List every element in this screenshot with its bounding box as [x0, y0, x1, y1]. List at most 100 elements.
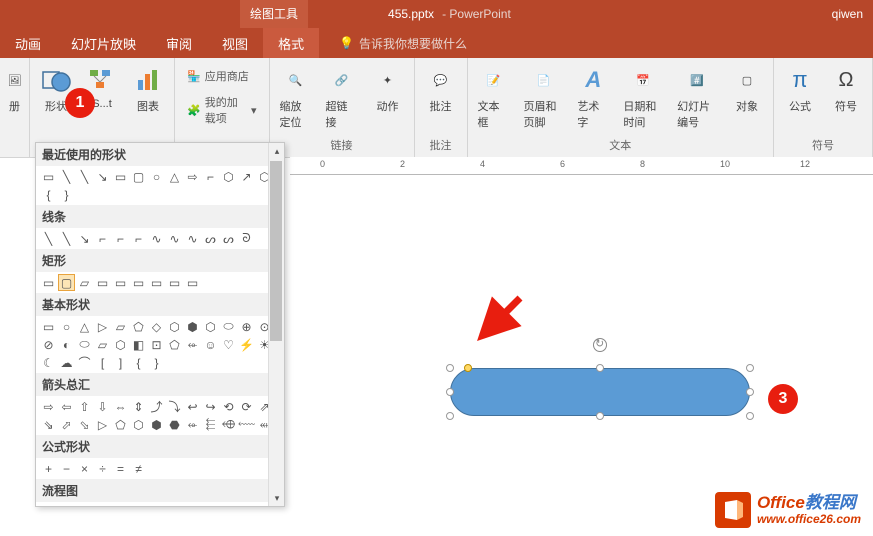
slidenum-button[interactable]: #️⃣幻灯片编号: [675, 62, 719, 132]
shape-arrow-item[interactable]: ⬣: [166, 416, 183, 433]
tab-animation[interactable]: 动画: [0, 28, 56, 58]
shape-circle[interactable]: ○: [148, 168, 165, 185]
scrollbar-thumb[interactable]: [270, 161, 282, 341]
shape-basic-item[interactable]: ⬠: [130, 318, 147, 335]
resize-handle-sw[interactable]: [446, 412, 454, 420]
shape-basic-item[interactable]: ⬭: [76, 336, 93, 353]
shape-noteq[interactable]: ≠: [130, 460, 147, 477]
shape-basic-item[interactable]: ⬡: [166, 318, 183, 335]
shape-brace-r[interactable]: }: [58, 186, 75, 203]
header-footer-button[interactable]: 📄页眉和页脚: [522, 62, 566, 132]
shape-minus[interactable]: −: [58, 460, 75, 477]
myaddins-button[interactable]: 🧩我的加载项 ▾: [183, 92, 261, 128]
shape-rect-item[interactable]: ▭: [40, 274, 57, 291]
shape-basic-item[interactable]: ⬰: [184, 336, 201, 353]
shape-basic-item[interactable]: ▭: [40, 318, 57, 335]
tab-format[interactable]: 格式: [263, 28, 319, 58]
shape-connector[interactable]: ↘: [94, 168, 111, 185]
resize-handle-se[interactable]: [746, 412, 754, 420]
shape-basic-item[interactable]: ⊡: [148, 336, 165, 353]
shape-line-item[interactable]: ᘐ: [238, 230, 255, 247]
shape-basic-item[interactable]: ☁: [58, 354, 75, 371]
hyperlink-button[interactable]: 🔗超链接: [324, 62, 360, 132]
adjust-handle[interactable]: [464, 364, 472, 372]
shape-equals[interactable]: =: [112, 460, 129, 477]
shape-arrow-item[interactable]: ⬀: [58, 416, 75, 433]
shape-rect[interactable]: ▭: [112, 168, 129, 185]
shape-elbow[interactable]: ⌐: [202, 168, 219, 185]
shape-arrow-item[interactable]: ⬡: [130, 416, 147, 433]
chart-button[interactable]: 图表: [130, 62, 166, 116]
shape-arrow-item[interactable]: ⟳: [238, 398, 255, 415]
shape-arrow-item[interactable]: ↪: [202, 398, 219, 415]
shape-rect-item[interactable]: ▭: [184, 274, 201, 291]
shape-basic-item[interactable]: ⬡: [202, 318, 219, 335]
store-button[interactable]: 🏪应用商店: [183, 66, 253, 86]
shape-basic-item[interactable]: ▷: [94, 318, 111, 335]
shape-arrow-item[interactable]: ⇔: [112, 398, 129, 415]
shape-basic-item[interactable]: ♡: [220, 336, 237, 353]
shape-arrow-item[interactable]: ⬲: [220, 416, 237, 433]
shape-divide[interactable]: ÷: [94, 460, 111, 477]
zoom-button[interactable]: 🔍缩放定位: [278, 62, 314, 132]
shape-roundrect[interactable]: ▢: [130, 168, 147, 185]
shape-rect-item[interactable]: ▭: [148, 274, 165, 291]
slide-canvas[interactable]: 0 2 4 6 8 10 12: [290, 158, 873, 536]
shape-rect-item[interactable]: ▭: [130, 274, 147, 291]
shape-triangle[interactable]: △: [166, 168, 183, 185]
shape-line-item[interactable]: ∿: [166, 230, 183, 247]
textbox-button[interactable]: 📝文本框: [476, 62, 512, 132]
shape-rect-item[interactable]: ▭: [166, 274, 183, 291]
shape-arrow-item[interactable]: ⇕: [130, 398, 147, 415]
shape-basic-item[interactable]: ⚡: [238, 336, 255, 353]
symbol-button[interactable]: Ω符号: [828, 62, 864, 116]
shape-arrow-item[interactable]: ⇘: [40, 416, 57, 433]
shape-basic-item[interactable]: ◇: [148, 318, 165, 335]
equation-button[interactable]: π公式: [782, 62, 818, 116]
shape-arrow-item[interactable]: ⬢: [148, 416, 165, 433]
shape-brace-l[interactable]: {: [40, 186, 57, 203]
shape-arrow-item[interactable]: ⤵: [166, 398, 183, 415]
rotate-handle[interactable]: [593, 338, 607, 352]
shape-basic-item[interactable]: }: [148, 354, 165, 371]
resize-handle-n[interactable]: [596, 364, 604, 372]
shape-arrow-item[interactable]: ▷: [94, 416, 111, 433]
shape-line-item[interactable]: ∿: [148, 230, 165, 247]
shape-basic-item[interactable]: ⌒: [76, 354, 93, 371]
shape-arrow-item[interactable]: ⬂: [76, 416, 93, 433]
shape-basic-item[interactable]: ◧: [130, 336, 147, 353]
shape-basic-item[interactable]: ◐: [58, 336, 75, 353]
resize-handle-e[interactable]: [746, 388, 754, 396]
tell-me-search[interactable]: 💡 告诉我你想要做什么: [339, 28, 467, 58]
shape-basic-item[interactable]: ]: [112, 354, 129, 371]
shape-arrow-item[interactable]: ⬰: [184, 416, 201, 433]
shape-line[interactable]: ╲: [58, 168, 75, 185]
shape-basic-item[interactable]: ▱: [112, 318, 129, 335]
shape-rect-item[interactable]: ▭: [94, 274, 111, 291]
shape-basic-item[interactable]: [: [94, 354, 111, 371]
shape-arrow[interactable]: ⇨: [184, 168, 201, 185]
comment-button[interactable]: 💬批注: [423, 62, 459, 116]
resize-handle-s[interactable]: [596, 412, 604, 420]
shape-arrow-item[interactable]: ⬱: [202, 416, 219, 433]
scroll-up-icon[interactable]: ▴: [269, 143, 285, 159]
scroll-down-icon[interactable]: ▾: [269, 490, 285, 506]
tab-view[interactable]: 视图: [207, 28, 263, 58]
shape-rect-item[interactable]: ▭: [112, 274, 129, 291]
shape-arrow-item[interactable]: ↩: [184, 398, 201, 415]
shape-arrow-item[interactable]: ⬠: [112, 416, 129, 433]
shape-star[interactable]: ⬡: [220, 168, 237, 185]
shape-basic-item[interactable]: △: [76, 318, 93, 335]
shape-line-item[interactable]: ⌐: [112, 230, 129, 247]
resize-handle-ne[interactable]: [746, 364, 754, 372]
shape-arrow-item[interactable]: ⤴: [148, 398, 165, 415]
photo-album-button[interactable]: 🖼 册: [0, 62, 33, 116]
shape-basic-item[interactable]: ⊘: [40, 336, 57, 353]
shape-basic-item[interactable]: ☺: [202, 336, 219, 353]
shape-line-item[interactable]: ⌐: [94, 230, 111, 247]
shape-basic-item[interactable]: ⬢: [184, 318, 201, 335]
shape-textbox[interactable]: ▭: [40, 168, 57, 185]
object-button[interactable]: ▢对象: [729, 62, 765, 116]
scrollbar[interactable]: ▴ ▾: [268, 143, 284, 506]
shape-basic-item[interactable]: ⬭: [220, 318, 237, 335]
